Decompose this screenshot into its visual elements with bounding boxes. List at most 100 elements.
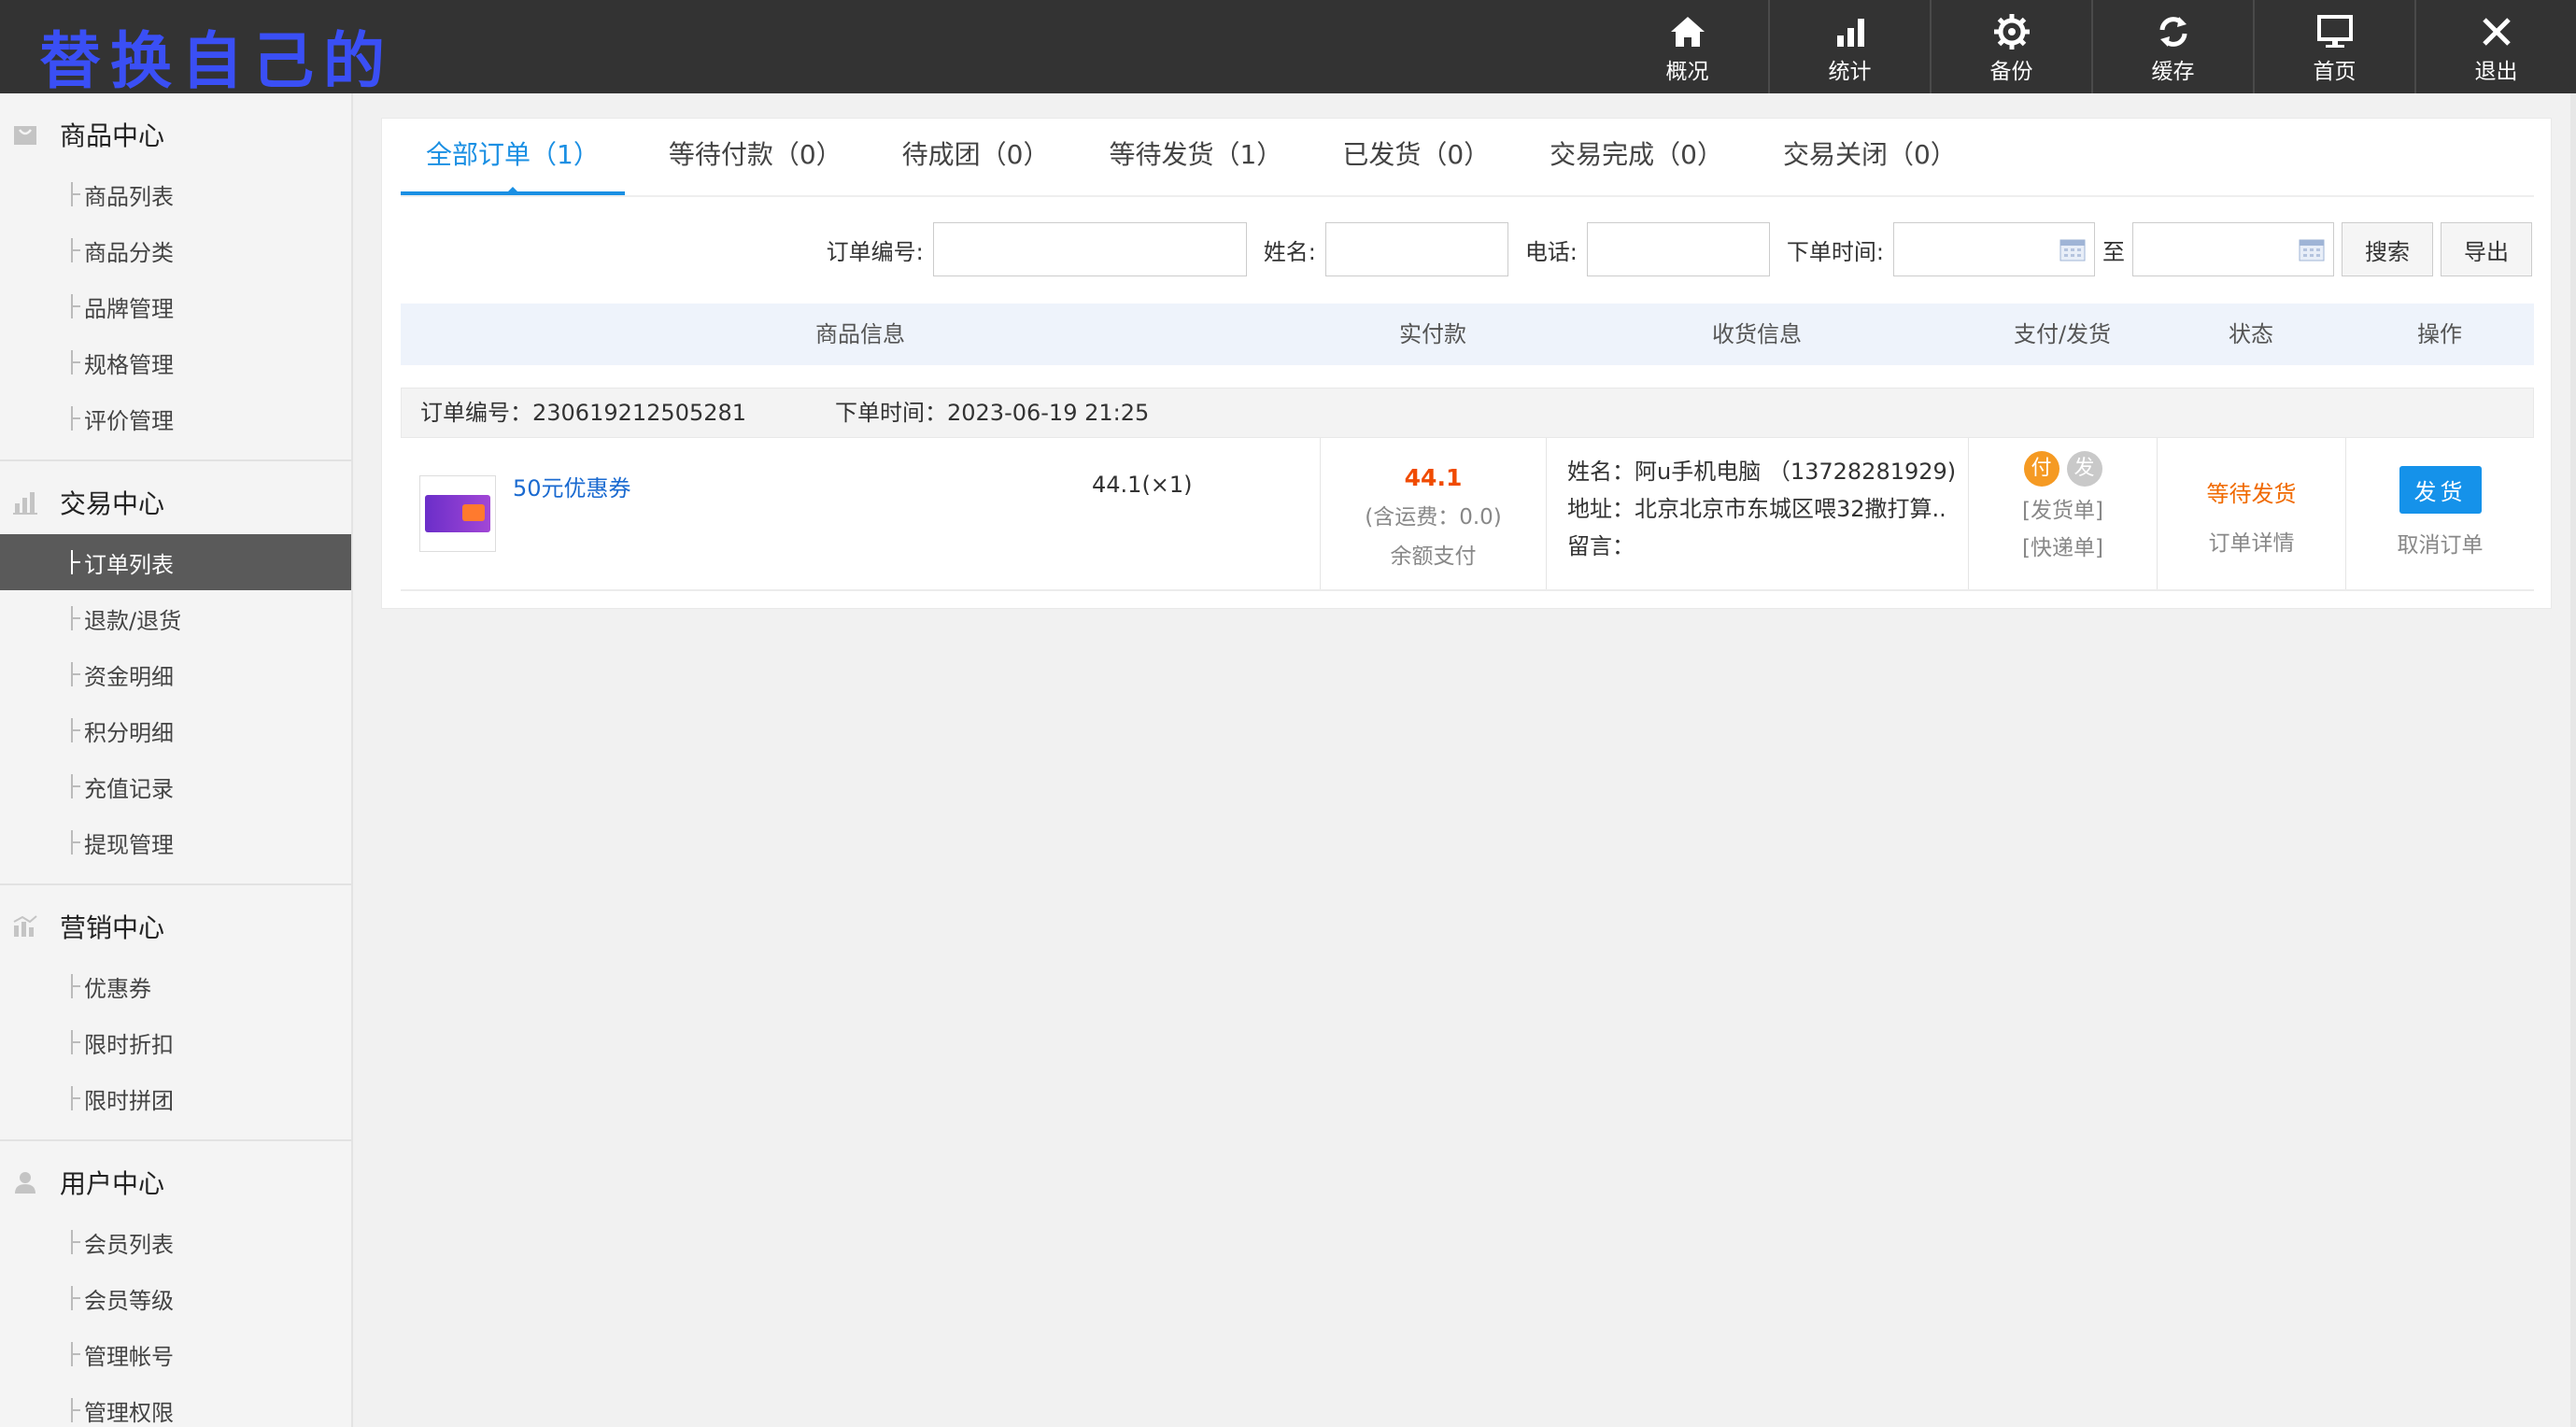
tab-closed[interactable]: 交易关闭（0）	[1758, 119, 1982, 195]
nav-label: 概况	[1665, 60, 1709, 84]
column-header: 收货信息	[1712, 321, 1802, 347]
sidebar-item-member-list[interactable]: 会员列表	[0, 1214, 351, 1270]
paid-amount: 44.1	[1404, 464, 1463, 491]
sidebar-item-label: 品牌管理	[84, 295, 174, 322]
sidebar-item-label: 提现管理	[84, 831, 174, 858]
order-panel: 全部订单（1） 等待付款（0） 待成团（0） 等待发货（1） 已发货（0） 交易…	[381, 118, 2552, 609]
nav-backup[interactable]: 备份	[1930, 0, 2091, 93]
sidebar-item-admin-permission[interactable]: 管理权限	[0, 1382, 351, 1427]
sidebar-item-label: 管理帐号	[84, 1343, 174, 1370]
product-cell: 50元优惠券 44.1(×1)	[401, 438, 1320, 589]
name-input[interactable]	[1324, 222, 1508, 276]
tree-line	[71, 550, 80, 574]
date-to-wrapper	[2132, 222, 2334, 276]
order-no-input[interactable]	[932, 222, 1247, 276]
marketing-icon	[13, 915, 37, 937]
order-time-label: 下单时间:	[1786, 238, 1884, 265]
sidebar-item-label: 退款/退货	[84, 607, 182, 634]
sidebar-item-label: 积分明细	[84, 719, 174, 746]
tab-shipped[interactable]: 已发货（0）	[1317, 119, 1515, 195]
sidebar-item-coupon[interactable]: 优惠券	[0, 958, 351, 1014]
tree-line	[71, 1086, 80, 1110]
calendar-icon[interactable]	[2299, 237, 2325, 261]
sidebar-item-admin-account[interactable]: 管理帐号	[0, 1326, 351, 1382]
group-title: 营销中心	[60, 912, 165, 943]
group-header[interactable]: 商品中心	[0, 103, 351, 166]
tree-line	[71, 238, 80, 262]
tree-line	[71, 830, 80, 855]
nav-cache[interactable]: 缓存	[2091, 0, 2253, 93]
shipping-fee: (含运费：0.0)	[1365, 505, 1502, 530]
nav-homepage[interactable]: 首页	[2253, 0, 2414, 93]
group-header[interactable]: 交易中心	[0, 471, 351, 534]
tree-line	[71, 1398, 80, 1422]
column-header: 商品信息	[815, 321, 905, 347]
tree-line	[71, 1286, 80, 1310]
bar-chart-icon	[13, 492, 37, 515]
phone-input[interactable]	[1586, 222, 1770, 276]
group-header[interactable]: 营销中心	[0, 895, 351, 958]
page-scrollbar[interactable]	[2570, 93, 2576, 1427]
order-detail-link[interactable]: 订单详情	[2158, 525, 2345, 557]
calendar-icon[interactable]	[2059, 237, 2086, 261]
sidebar-item-label: 资金明细	[84, 663, 174, 690]
sidebar-item-goods-list[interactable]: 商品列表	[0, 166, 351, 222]
tab-pending-group[interactable]: 待成团（0）	[877, 119, 1075, 195]
order-tabs: 全部订单（1） 等待付款（0） 待成团（0） 等待发货（1） 已发货（0） 交易…	[401, 119, 2534, 197]
nav-label: 备份	[1989, 60, 2033, 84]
ship-button[interactable]: 发货	[2399, 466, 2482, 514]
column-header: 状态	[2229, 321, 2273, 347]
tab-completed[interactable]: 交易完成（0）	[1524, 119, 1748, 195]
column-header: 实付款	[1399, 321, 1466, 347]
search-button[interactable]: 搜索	[2342, 222, 2433, 276]
nav-label: 退出	[2474, 60, 2518, 84]
order-status: 等待发货	[2206, 481, 2297, 507]
group-title: 交易中心	[60, 488, 165, 519]
tree-line	[71, 606, 80, 630]
tab-awaiting-payment[interactable]: 等待付款（0）	[644, 119, 868, 195]
nav-statistics[interactable]: 统计	[1768, 0, 1930, 93]
tree-line	[71, 294, 80, 318]
amount-cell: 44.1 (含运费：0.0) 余额支付	[1320, 438, 1546, 589]
order-time: 下单时间：2023-06-19 21:25	[835, 400, 1150, 426]
sidebar-group-goods: 商品中心 商品列表 商品分类 品牌管理 规格管理 评价管理	[0, 103, 351, 461]
sidebar-item-funds[interactable]: 资金明细	[0, 646, 351, 702]
tab-all-orders[interactable]: 全部订单（1）	[401, 119, 625, 195]
product-thumbnail[interactable]	[419, 475, 496, 552]
sidebar-item-label: 会员列表	[84, 1231, 174, 1258]
sidebar-item-member-level[interactable]: 会员等级	[0, 1270, 351, 1326]
nav-label: 缓存	[2151, 60, 2195, 84]
sidebar-item-withdraw[interactable]: 提现管理	[0, 814, 351, 870]
sidebar-item-refund[interactable]: 退款/退货	[0, 590, 351, 646]
cancel-order-link[interactable]: 取消订单	[2346, 527, 2534, 558]
nav-overview[interactable]: 概况	[1606, 0, 1768, 93]
sidebar-item-review[interactable]: 评价管理	[0, 390, 351, 446]
sidebar-item-recharge[interactable]: 充值记录	[0, 758, 351, 814]
shipping-doc-link[interactable]: [发货单]	[1969, 492, 2157, 530]
sidebar-item-goods-category[interactable]: 商品分类	[0, 222, 351, 278]
bar-chart-icon	[1836, 19, 1864, 47]
sidebar-item-brand[interactable]: 品牌管理	[0, 278, 351, 334]
column-header: 支付/发货	[2013, 321, 2112, 347]
date-range-separator: 至	[2102, 238, 2125, 265]
shipped-badge: 发	[2066, 451, 2102, 487]
sidebar-item-points[interactable]: 积分明细	[0, 702, 351, 758]
sidebar-item-group-buy[interactable]: 限时拼团	[0, 1070, 351, 1126]
table-header: 商品信息 实付款 收货信息 支付/发货 状态 操作	[401, 304, 2534, 365]
sidebar-item-order-list[interactable]: 订单列表	[0, 534, 351, 590]
sidebar-item-spec[interactable]: 规格管理	[0, 334, 351, 390]
sidebar-item-discount[interactable]: 限时折扣	[0, 1014, 351, 1070]
sidebar-group-marketing: 营销中心 优惠券 限时折扣 限时拼团	[0, 895, 351, 1141]
product-name-link[interactable]: 50元优惠券	[513, 470, 631, 502]
nav-logout[interactable]: 退出	[2414, 0, 2576, 93]
tree-line	[71, 1342, 80, 1366]
sidebar-item-label: 限时折扣	[84, 1031, 174, 1058]
group-header[interactable]: 用户中心	[0, 1151, 351, 1214]
receiver-cell: 姓名：阿u手机电脑 （13728281929) 地址：北京北京市东城区喂32撒打…	[1546, 438, 1968, 589]
tab-awaiting-shipment[interactable]: 等待发货（1）	[1083, 119, 1308, 195]
export-button[interactable]: 导出	[2441, 222, 2532, 276]
receiver-name: 姓名：阿u手机电脑 （13728281929)	[1567, 459, 1957, 485]
express-doc-link[interactable]: [快递单]	[1969, 530, 2157, 567]
gear-icon	[1993, 14, 2030, 49]
sidebar-item-label: 订单列表	[84, 551, 174, 578]
